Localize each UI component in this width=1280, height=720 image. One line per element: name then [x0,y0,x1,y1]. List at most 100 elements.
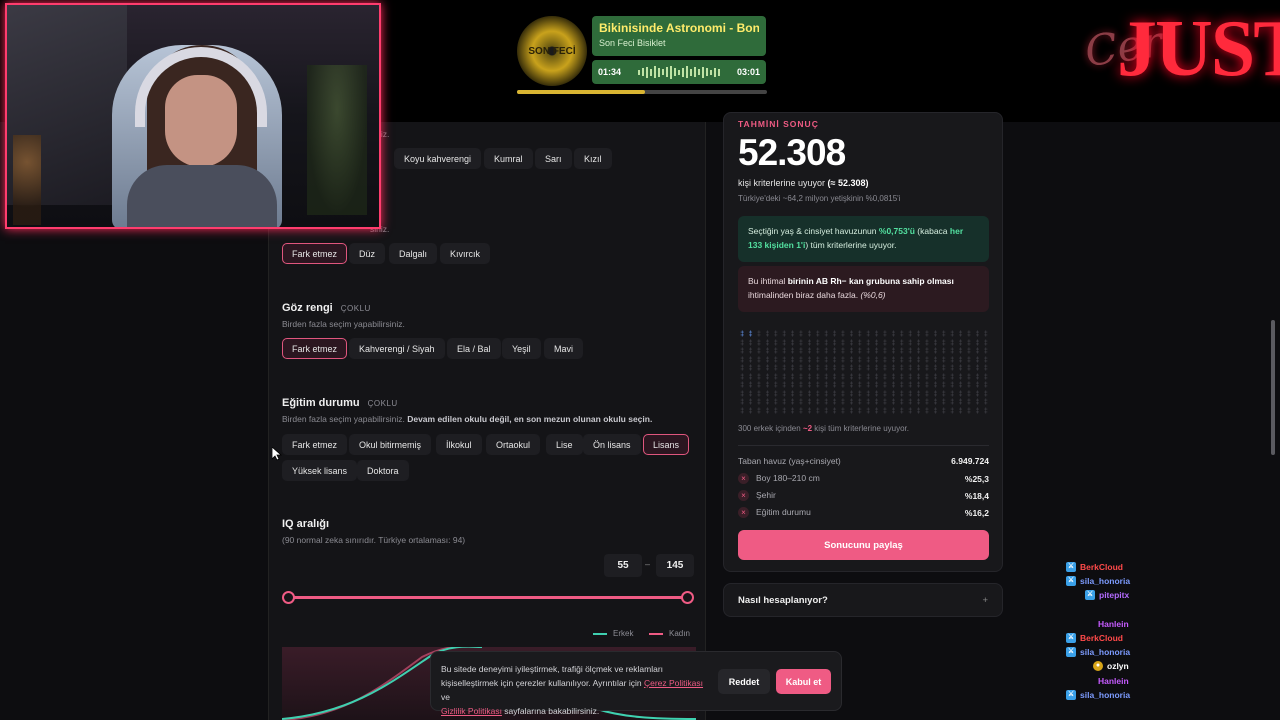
person-icon: ‡ [941,331,946,338]
scrollbar-thumb[interactable] [1271,320,1275,455]
person-icon: ‡ [874,348,879,355]
chat-username[interactable]: Hanlein [1098,619,1129,629]
person-icon: ‡ [941,365,946,372]
person-icon: ‡ [807,373,812,381]
person-icon: ‡ [857,373,862,381]
waveform-icon [638,65,720,79]
person-icon: ‡ [925,373,929,381]
iq-max-input[interactable]: 145 [656,554,694,577]
chat-username[interactable]: BerkCloud [1080,562,1123,572]
subscriber-badge-icon: ⚔ [1066,575,1076,586]
eye-color-option[interactable]: Yeşil [502,338,541,359]
person-icon: ‡ [899,339,904,347]
share-result-button[interactable]: Sonucunu paylaş [738,530,989,560]
person-icon: ‡ [849,390,854,398]
person-icon: ‡ [983,373,988,381]
hair-type-option-selected[interactable]: Fark etmez [282,243,348,264]
eye-color-option[interactable]: Ela / Bal [447,338,501,359]
person-icon: ‡ [765,348,770,355]
reject-cookies-button[interactable]: Reddet [718,669,770,694]
education-option[interactable]: İlkokul [436,434,482,455]
person-icon: ‡ [799,331,803,338]
person-icon: ‡ [849,407,854,415]
hair-color-option[interactable]: Kumral [484,148,533,169]
person-icon: ‡ [740,399,745,406]
person-icon: ‡ [866,399,871,406]
chat-message: ⚔ BerkCloud [1060,631,1275,644]
education-option[interactable]: Okul bitirmemiş [349,434,432,455]
education-option-selected[interactable]: Lisans [643,434,690,455]
person-icon: ‡ [967,339,971,347]
education-subtitle-text: Birden fazla seçim yapabilirsiniz. [282,414,405,424]
how-calculated-accordion[interactable]: Nasıl hesaplanıyor? + [723,583,1003,617]
person-icon: ‡ [883,390,887,398]
hair-color-option[interactable]: Koyu kahverengi [394,148,482,169]
person-icon: ‡ [908,373,913,381]
iq-min-input[interactable]: 55 [604,554,642,577]
hair-color-option[interactable]: Kızıl [574,148,612,169]
privacy-policy-link[interactable]: Gizlilik Politikası [441,706,502,716]
iq-slider-min-handle[interactable] [282,591,295,604]
person-icon: ‡ [933,348,938,355]
hair-type-option[interactable]: Dalgalı [389,243,438,264]
eye-color-option-selected[interactable]: Fark etmez [282,338,348,359]
person-icon: ‡ [841,399,845,406]
accept-cookies-button[interactable]: Kabul et [776,669,831,694]
chat-username[interactable]: sila_honoria [1080,690,1130,700]
person-icon: ‡ [790,356,795,364]
pool-ratio-pre: Seçtiğin yaş & cinsiyet havuzunun [748,226,879,236]
remove-criterion-icon[interactable]: × [738,507,749,518]
person-icon: ‡ [857,382,862,389]
criteria-row: × Boy 180–210 cm %25,3 [738,473,989,484]
person-icon: ‡ [757,339,761,347]
stream-chat-overlay: ⚔ BerkCloud ⚔ sila_honoria ⚔ pitepitx Hanlein ⚔… [1060,560,1275,720]
eye-color-option[interactable]: Kahverengi / Siyah [349,338,445,359]
education-option[interactable]: Lise [546,434,583,455]
base-pool-label: Taban havuz (yaş+cinsiyet) [738,456,841,466]
person-icon: ‡ [773,356,778,364]
eye-color-option[interactable]: Mavi [544,338,584,359]
person-icon: ‡ [899,382,904,389]
person-icon: ‡ [950,399,955,406]
iq-slider-max-handle[interactable] [681,591,694,604]
chat-message: ⚔ BerkCloud [1060,560,1275,573]
hair-type-option[interactable]: Düz [349,243,386,264]
person-icon: ‡ [866,348,871,355]
cookie-policy-link[interactable]: Çerez Politikası [644,678,703,688]
waveform-bar [686,66,688,78]
iq-slider-track[interactable] [288,596,688,599]
hair-type-option[interactable]: Kıvırcık [440,243,491,264]
education-option[interactable]: Fark etmez [282,434,348,455]
chat-username[interactable]: BerkCloud [1080,633,1123,643]
person-icon: ‡ [748,390,753,398]
person-icon: ‡ [933,365,938,372]
result-label: TAHMİNİ SONUÇ [738,119,819,129]
pool-ratio-box: Seçtiğin yaş & cinsiyet havuzunun %0,753… [738,216,989,262]
person-icon: ‡ [891,407,896,415]
criteria-row-label-wrap: × Eğitim durumu [738,507,811,518]
subscriber-badge-icon: ⚔ [1066,646,1076,657]
person-icon: ‡ [983,382,988,389]
result-percentage-line: Türkiye'deki ~64,2 milyon yetişkinin %0,… [738,194,901,203]
hair-color-option[interactable]: Sarı [535,148,572,169]
person-icon: ‡ [874,382,879,389]
education-option[interactable]: Doktora [357,460,409,481]
chat-username[interactable]: pitepitx [1099,590,1129,600]
person-icon: ‡ [899,356,904,364]
result-card: TAHMİNİ SONUÇ 52.308 kişi kriterlerine u… [723,112,1003,572]
chat-username[interactable]: Hanlein [1098,676,1129,686]
person-icon: ‡ [941,399,946,406]
education-option[interactable]: Ortaokul [486,434,541,455]
education-option[interactable]: Yüksek lisans [282,460,358,481]
chat-username[interactable]: sila_honoria [1080,647,1130,657]
education-option[interactable]: Ön lisans [583,434,641,455]
chat-username[interactable]: sila_honoria [1080,576,1130,586]
person-icon: ‡ [832,356,837,364]
person-icon: ‡ [790,382,795,389]
person-icon: ‡ [967,331,971,338]
remove-criterion-icon[interactable]: × [738,490,749,501]
chat-username[interactable]: ozlyn [1107,661,1129,671]
remove-criterion-icon[interactable]: × [738,473,749,484]
chat-message: ⚔ sila_honoria [1060,645,1275,658]
person-icon: ‡ [975,373,980,381]
